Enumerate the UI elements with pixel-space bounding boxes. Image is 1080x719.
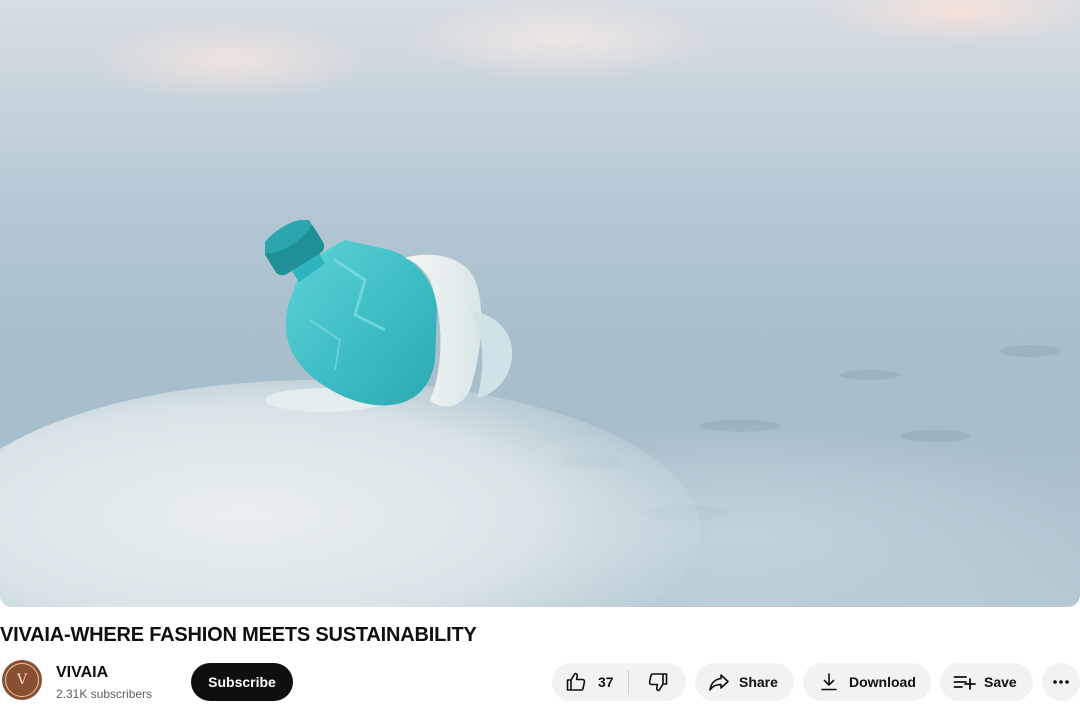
like-button[interactable]: 37 bbox=[552, 663, 628, 701]
playlist-add-icon bbox=[952, 670, 976, 694]
water-ripple bbox=[1000, 345, 1060, 357]
share-arrow-icon bbox=[707, 670, 731, 694]
subscriber-count: 2.31K subscribers bbox=[56, 687, 153, 701]
more-horizontal-icon bbox=[1049, 670, 1073, 694]
share-button[interactable]: Share bbox=[695, 663, 794, 701]
plastic-bottle-image bbox=[265, 220, 525, 420]
download-icon bbox=[817, 670, 841, 694]
channel-name[interactable]: VIVAIA bbox=[56, 663, 108, 683]
watch-page: VIVAIA-WHERE FASHION MEETS SUSTAINABILIT… bbox=[0, 0, 1080, 719]
video-player[interactable] bbox=[0, 0, 1080, 607]
avatar-letter: V bbox=[16, 672, 28, 688]
water-ripple bbox=[840, 370, 900, 380]
download-label: Download bbox=[849, 674, 916, 690]
thumbs-up-icon bbox=[564, 670, 588, 694]
share-label: Share bbox=[739, 674, 778, 690]
thumbs-down-icon bbox=[646, 670, 670, 694]
subscribe-button[interactable]: Subscribe bbox=[191, 663, 293, 701]
dislike-button[interactable] bbox=[629, 663, 686, 701]
save-label: Save bbox=[984, 674, 1017, 690]
like-count: 37 bbox=[598, 674, 614, 690]
more-actions-button[interactable] bbox=[1042, 663, 1080, 701]
like-dislike-group: 37 bbox=[552, 663, 686, 701]
channel-avatar[interactable]: V bbox=[2, 660, 42, 700]
save-button[interactable]: Save bbox=[940, 663, 1033, 701]
video-title: VIVAIA-WHERE FASHION MEETS SUSTAINABILIT… bbox=[0, 624, 477, 646]
download-button[interactable]: Download bbox=[803, 663, 931, 701]
channel-logo-icon: V bbox=[5, 663, 39, 697]
